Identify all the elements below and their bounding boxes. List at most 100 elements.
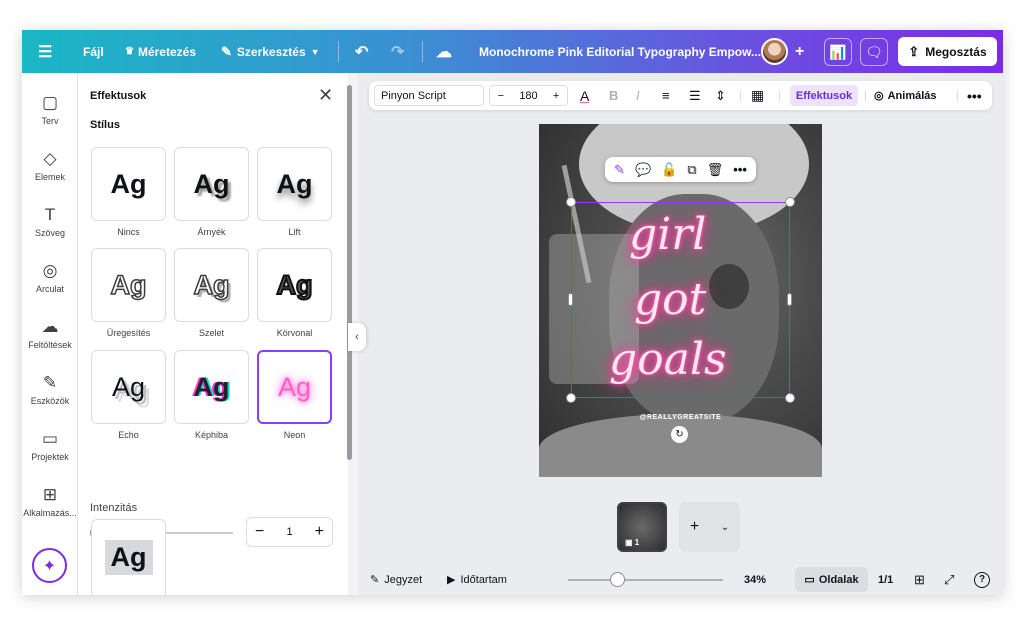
resize-handle-bottom-left[interactable] <box>566 393 576 403</box>
increase-button[interactable]: + <box>315 523 324 541</box>
top-bar: ☰ Fájl ♛ Méretezés ✎ Szerkesztés ▼ ↶ ↷ ☁ Mo… <box>22 30 1003 73</box>
resize-handle-left[interactable] <box>568 293 573 306</box>
duplicate-icon[interactable]: ⧉ <box>687 162 696 178</box>
avatar[interactable] <box>761 38 788 65</box>
more-horizontal-icon[interactable]: ••• <box>733 162 747 177</box>
resize-menu[interactable]: ♛ Méretezés <box>125 30 196 73</box>
share-button[interactable]: ⇪ Megosztás <box>898 37 997 66</box>
rotate-handle[interactable]: ↻ <box>671 426 688 443</box>
rail-item-apps[interactable]: ⊞ Alkalmazás... <box>22 485 78 518</box>
effect-shadow-tile[interactable]: Ag <box>174 147 249 221</box>
rail-item-tools[interactable]: ✎ Eszközök <box>22 373 78 406</box>
effect-label: Üregesítés <box>106 328 151 338</box>
effect-label: Szelet <box>198 328 224 338</box>
grid-view-button[interactable]: ⊞ <box>914 564 925 595</box>
animate-button[interactable]: ◎ Animálás <box>874 81 937 110</box>
help-button[interactable]: ? <box>974 564 990 595</box>
font-size-stepper[interactable]: − 180 + <box>489 85 568 106</box>
transparency-button[interactable]: ▦ <box>751 81 764 110</box>
effect-glitch-tile[interactable]: Ag <box>174 350 249 424</box>
redo-button[interactable]: ↷ <box>391 30 404 73</box>
duration-button[interactable]: ▶ Időtartam <box>447 564 507 595</box>
list-button[interactable]: ☰ <box>689 81 701 110</box>
page-counter[interactable]: 1/1 <box>878 564 893 595</box>
comment-add-icon[interactable]: 💬 <box>635 162 651 178</box>
effect-neon-tile[interactable]: Ag <box>257 350 332 424</box>
edit-menu[interactable]: ✎ Szerkesztés ▼ <box>221 30 320 73</box>
bold-icon: B <box>609 88 619 103</box>
headline-line-3[interactable]: goals <box>609 334 727 385</box>
effect-none-tile[interactable]: Ag <box>91 147 166 221</box>
spacing-button[interactable]: ⇕ <box>715 81 726 110</box>
add-page-button[interactable]: + ⌄ <box>679 502 740 552</box>
effect-label: Lift <box>288 227 301 237</box>
align-button[interactable]: ≡ <box>662 81 670 110</box>
page-thumbnail[interactable]: ▣ 1 <box>617 502 667 552</box>
help-icon: ? <box>974 571 990 588</box>
rail-item-projects[interactable]: ▭ Projektek <box>22 429 78 462</box>
upload-icon: ⇪ <box>908 43 920 59</box>
effect-lift-tile[interactable]: Ag <box>257 147 332 221</box>
resize-handle-bottom-right[interactable] <box>785 393 795 403</box>
rail-item-elements[interactable]: ◇ Elemek <box>22 149 78 182</box>
effects-button[interactable]: Effektusok <box>790 85 858 106</box>
font-size-value[interactable]: 180 <box>519 90 537 102</box>
rail-item-uploads[interactable]: ☁ Feltöltések <box>22 317 78 350</box>
resize-handle-top-right[interactable] <box>785 197 795 207</box>
magic-edit-icon[interactable]: ✎ <box>614 162 625 178</box>
comments-button[interactable]: 🗨 <box>860 38 888 66</box>
headline-line-2[interactable]: got <box>634 274 706 325</box>
bold-button[interactable]: B <box>609 81 618 110</box>
italic-button[interactable]: I <box>636 81 640 110</box>
rail-item-brand[interactable]: ◎ Arculat <box>22 261 78 294</box>
text-color-button[interactable]: A <box>580 81 589 110</box>
effect-background-tile[interactable]: Ag <box>91 519 166 595</box>
decrease-size-button[interactable]: − <box>498 90 504 102</box>
collapse-panel-button[interactable]: ‹ <box>348 323 366 351</box>
website-handle[interactable]: @REALLYGREATSITE <box>539 414 822 421</box>
menu-button[interactable]: ☰ <box>38 30 52 73</box>
zoom-slider-thumb[interactable] <box>610 572 625 587</box>
add-collaborator-button[interactable]: + <box>795 30 804 73</box>
magic-assistant-button[interactable]: ✦ <box>32 548 67 583</box>
zoom-slider[interactable] <box>568 579 723 581</box>
file-menu[interactable]: Fájl <box>83 30 104 73</box>
line-spacing-icon: ⇕ <box>715 87 726 103</box>
chevron-down-icon[interactable]: ⌄ <box>721 522 729 533</box>
effect-splice-tile[interactable]: Ag <box>174 248 249 322</box>
cloud-save-status[interactable]: ☁ <box>436 30 452 73</box>
panel-scrollbar[interactable] <box>347 85 352 460</box>
insights-button[interactable]: 📊 <box>824 38 852 66</box>
document-title[interactable]: Monochrome Pink Editorial Typography Emp… <box>479 30 761 73</box>
bullet-list-icon: ☰ <box>689 87 701 103</box>
headline-line-1[interactable]: girl <box>629 209 706 260</box>
fullscreen-button[interactable]: ⤢ <box>944 564 954 595</box>
brand-icon: ◎ <box>42 261 58 280</box>
resize-handle-right[interactable] <box>787 293 792 306</box>
resize-handle-top-left[interactable] <box>566 197 576 207</box>
effect-echo-tile[interactable]: Ag <box>91 350 166 424</box>
apps-icon: ⊞ <box>42 485 58 504</box>
divider <box>338 41 339 62</box>
rail-item-design[interactable]: ▢ Terv <box>22 93 78 126</box>
folder-icon: ▭ <box>41 429 59 448</box>
effect-outline-tile[interactable]: Ag <box>257 248 332 322</box>
decrease-button[interactable]: − <box>255 523 264 541</box>
pages-icon: ▭ <box>804 574 815 586</box>
close-panel-button[interactable]: ✕ <box>318 85 333 106</box>
intensity-stepper[interactable]: − 1 + <box>246 517 333 547</box>
undo-button[interactable]: ↶ <box>355 30 368 73</box>
effect-hollow-tile[interactable]: Ag <box>91 248 166 322</box>
notes-button[interactable]: ✎ Jegyzet <box>370 564 422 595</box>
rail-item-text[interactable]: T Szöveg <box>22 205 78 238</box>
intensity-value[interactable]: 1 <box>286 526 292 538</box>
zoom-value[interactable]: 34% <box>744 564 766 595</box>
lock-icon[interactable]: 🔓 <box>661 162 677 178</box>
font-family-select[interactable]: Pinyon Script <box>374 85 484 106</box>
pages-button[interactable]: ▭ Oldalak <box>795 567 868 592</box>
hamburger-menu-icon: ☰ <box>38 43 53 61</box>
draw-icon: ✎ <box>42 373 58 392</box>
increase-size-button[interactable]: + <box>553 90 559 102</box>
trash-icon[interactable]: 🗑 <box>707 162 724 178</box>
more-options-button[interactable]: ••• <box>967 81 982 110</box>
